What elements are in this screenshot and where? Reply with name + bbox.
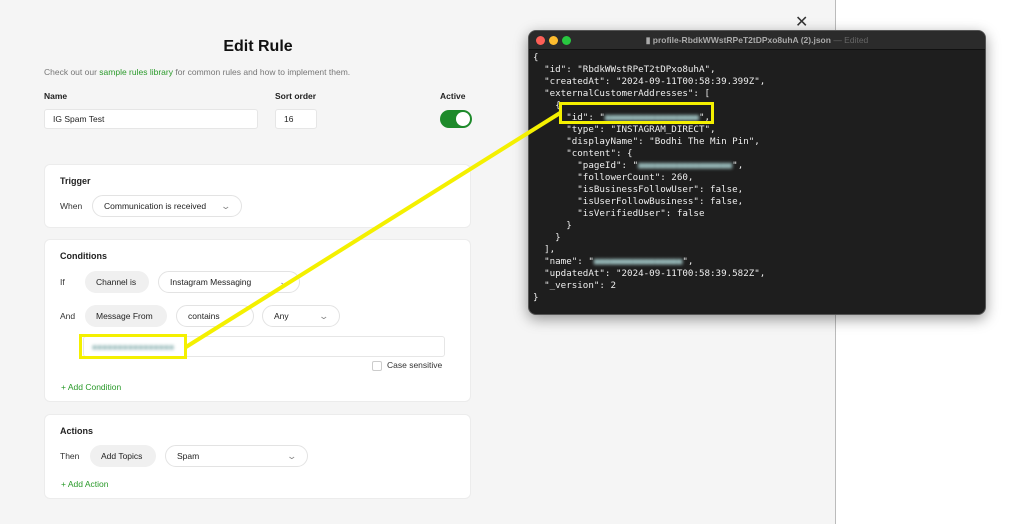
connector-line bbox=[184, 111, 562, 349]
connector-arrow bbox=[184, 111, 562, 349]
